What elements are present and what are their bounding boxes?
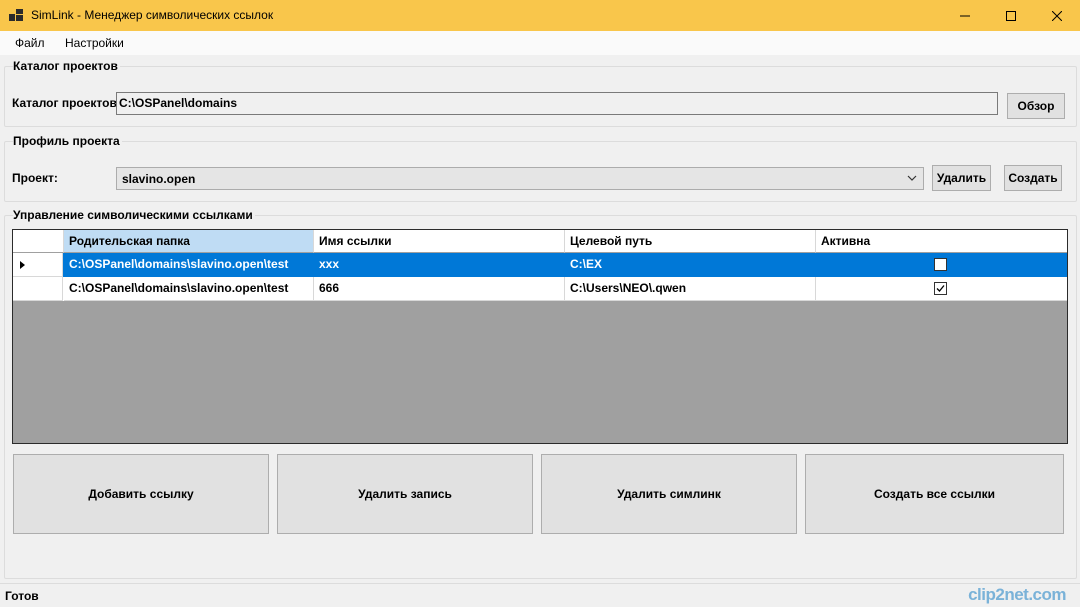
column-header-name[interactable]: Имя ссылки xyxy=(314,230,565,253)
catalog-group-title: Каталог проектов xyxy=(13,59,120,73)
status-text: Готов xyxy=(5,589,39,603)
cell-parent[interactable]: C:\OSPanel\domains\slavino.open\test xyxy=(64,277,314,301)
cell-target[interactable]: C:\Users\NEO\.qwen xyxy=(565,277,816,301)
row-header[interactable] xyxy=(13,253,63,277)
menu-bar: Файл Настройки xyxy=(0,31,1080,55)
title-bar: SimLink - Менеджер символических ссылок xyxy=(0,0,1080,31)
maximize-button[interactable] xyxy=(988,0,1034,31)
profile-group-title: Профиль проекта xyxy=(13,134,122,148)
window-title: SimLink - Менеджер символических ссылок xyxy=(31,8,274,22)
cell-active[interactable] xyxy=(816,277,1067,301)
cell-name[interactable]: 666 xyxy=(314,277,565,301)
minimize-button[interactable] xyxy=(942,0,988,31)
status-bar: Готов clip2net.com xyxy=(0,583,1080,607)
add-link-button[interactable]: Добавить ссылку xyxy=(13,454,269,534)
row-header[interactable] xyxy=(13,277,63,301)
watermark: clip2net.com xyxy=(968,585,1066,604)
delete-record-button[interactable]: Удалить запись xyxy=(277,454,533,534)
chevron-down-icon xyxy=(907,175,917,181)
table-row[interactable]: C:\OSPanel\domains\slavino.open\test 666… xyxy=(13,277,1067,301)
catalog-label: Каталог проектов: xyxy=(12,96,121,110)
row-pointer-icon xyxy=(20,261,25,269)
active-checkbox[interactable] xyxy=(934,282,947,295)
column-header-active[interactable]: Активна xyxy=(816,230,1067,253)
active-checkbox[interactable] xyxy=(934,258,947,271)
menu-file[interactable]: Файл xyxy=(15,36,45,50)
grid-header: Родительская папка Имя ссылки Целевой пу… xyxy=(13,230,1067,253)
browse-button[interactable]: Обзор xyxy=(1007,93,1065,119)
project-select[interactable]: slavino.open xyxy=(116,167,924,190)
grid-corner xyxy=(13,230,64,253)
delete-symlink-button[interactable]: Удалить симлинк xyxy=(541,454,797,534)
maximize-icon xyxy=(1006,10,1016,21)
app-icon xyxy=(9,9,23,21)
column-header-target[interactable]: Целевой путь xyxy=(565,230,816,253)
cell-active[interactable] xyxy=(816,253,1067,277)
table-row[interactable]: C:\OSPanel\domains\slavino.open\test xxx… xyxy=(13,253,1067,277)
catalog-path-input[interactable]: C:\OSPanel\domains xyxy=(116,92,998,115)
links-group-title: Управление символическими ссылками xyxy=(13,208,255,222)
cell-parent[interactable]: C:\OSPanel\domains\slavino.open\test xyxy=(64,253,314,277)
close-icon xyxy=(1052,10,1062,21)
cell-name[interactable]: xxx xyxy=(314,253,565,277)
delete-project-button[interactable]: Удалить xyxy=(932,165,991,191)
create-project-button[interactable]: Создать xyxy=(1004,165,1062,191)
minimize-icon xyxy=(960,15,970,16)
cell-target[interactable]: C:\EX xyxy=(565,253,816,277)
project-select-value: slavino.open xyxy=(122,172,196,186)
menu-settings[interactable]: Настройки xyxy=(65,36,124,50)
close-button[interactable] xyxy=(1034,0,1080,31)
column-header-parent[interactable]: Родительская папка xyxy=(64,230,314,253)
check-icon xyxy=(936,285,945,292)
project-label: Проект: xyxy=(12,171,58,185)
create-all-links-button[interactable]: Создать все ссылки xyxy=(805,454,1064,534)
links-grid[interactable]: Родительская папка Имя ссылки Целевой пу… xyxy=(12,229,1068,444)
